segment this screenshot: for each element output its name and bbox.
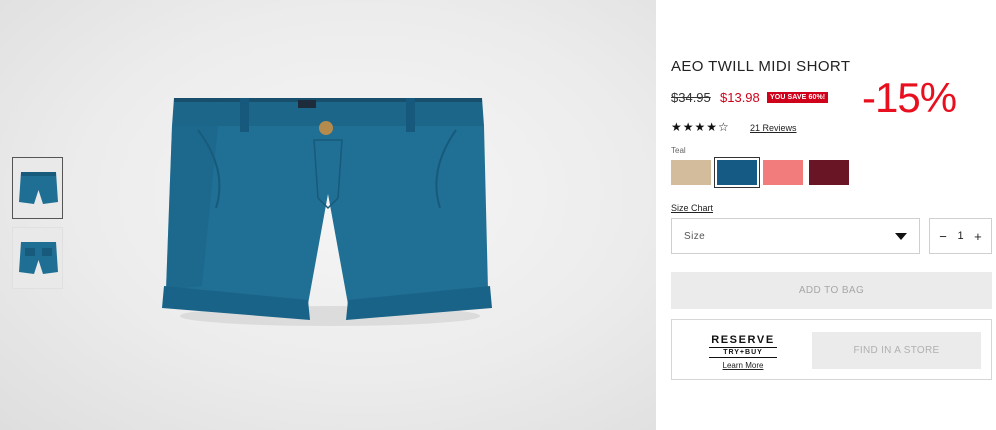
thumbnail-front[interactable] — [12, 157, 63, 219]
quantity-value: 1 — [957, 230, 964, 242]
product-gallery — [0, 0, 656, 430]
reserve-try-buy-box: RESERVE TRY+BUY Learn More FIND IN A STO… — [671, 319, 992, 380]
product-main-image — [162, 98, 492, 326]
original-price: $34.95 — [671, 90, 711, 105]
add-to-bag-button[interactable]: ADD TO BAG — [671, 272, 992, 309]
quantity-stepper: − 1 + — [929, 218, 992, 254]
sale-price: $13.98 — [720, 90, 760, 105]
chevron-down-icon — [895, 232, 907, 240]
quantity-increase-button[interactable]: + — [974, 229, 982, 244]
discount-overlay: -15% — [862, 74, 957, 121]
savings-badge: YOU SAVE 60%! — [767, 92, 829, 103]
product-title: AEO TWILL MIDI SHORT — [671, 58, 851, 75]
reserve-logo-bottom: TRY+BUY — [709, 347, 777, 358]
color-swatch-teal[interactable] — [714, 157, 760, 188]
selected-color-label: Teal — [671, 146, 686, 155]
thumbnail-front-image — [19, 172, 58, 204]
color-swatch-khaki[interactable] — [671, 160, 711, 185]
color-swatch-coral[interactable] — [763, 160, 803, 185]
thumbnail-back-image — [19, 242, 58, 274]
reviews-link[interactable]: 21 Reviews — [750, 123, 797, 133]
quantity-decrease-button[interactable]: − — [939, 229, 947, 244]
size-dropdown[interactable]: Size — [671, 218, 920, 254]
reserve-try-buy-logo: RESERVE TRY+BUY Learn More — [705, 334, 781, 370]
color-swatch-burgundy[interactable] — [809, 160, 849, 185]
rating-stars: ★★★★☆ — [671, 120, 730, 134]
size-dropdown-label: Size — [684, 230, 706, 242]
size-chart-link[interactable]: Size Chart — [671, 203, 713, 213]
reserve-logo-top: RESERVE — [711, 334, 775, 346]
find-in-store-button[interactable]: FIND IN A STORE — [812, 332, 981, 369]
thumbnail-back[interactable] — [12, 227, 63, 289]
learn-more-link[interactable]: Learn More — [705, 361, 781, 370]
